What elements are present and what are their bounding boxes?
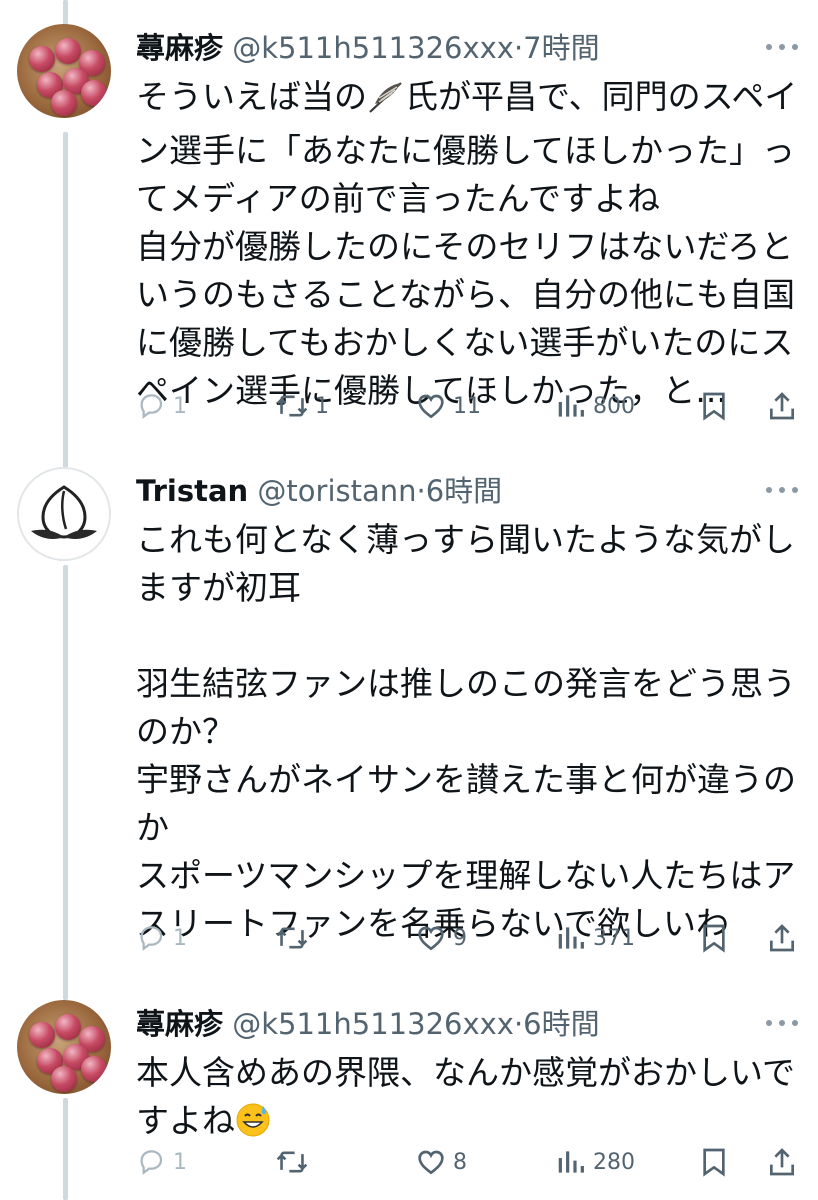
feather-emoji-icon [367,79,405,127]
bookmark-button[interactable] [699,1142,729,1182]
author-name[interactable]: 蕁麻疹 [136,31,223,65]
separator-dot: · [416,474,426,508]
repost-count: 1 [315,393,329,419]
like-button[interactable]: 11 [415,386,481,426]
timestamp[interactable]: 7時間 [523,31,599,65]
views-chart-icon [558,395,584,417]
like-button[interactable]: 8 [415,1142,467,1182]
author-handle[interactable]: @toristann [257,474,416,508]
views-chart-icon [558,1151,584,1173]
peach-logo-icon [31,485,97,539]
reply-button[interactable]: 1 [135,918,187,958]
repost-icon [276,927,308,949]
tweet[interactable]: 蕁麻疹 @k511h511326xxx·6時間 本人含めあの界隈、なんか感覚がお… [0,1000,818,1200]
views-button[interactable]: 800 [555,386,635,426]
separator-dot: · [513,31,524,65]
share-icon [770,1148,794,1176]
view-count: 280 [593,1149,635,1175]
repost-button[interactable]: 1 [275,386,329,426]
repost-icon [276,1151,308,1173]
share-button[interactable] [767,918,797,958]
like-button[interactable]: 9 [415,918,467,958]
bookmark-icon [703,392,725,421]
more-options-icon[interactable] [764,1004,800,1034]
avatar[interactable] [17,24,111,118]
tweet-actions: 1 8 280 [133,1142,803,1182]
tweet-text-part: そういえば当の [136,77,367,116]
more-options-icon[interactable] [764,471,800,501]
tweet-actions: 1 9 371 [133,918,803,958]
tweet[interactable]: 蕁麻疹 @k511h511326xxx·7時間 そういえば当の 氏が平昌で、同門… [0,24,818,444]
repost-button[interactable] [275,1142,315,1182]
more-options-icon[interactable] [764,28,800,58]
heart-icon [418,926,444,951]
reply-icon [140,1150,163,1175]
like-count: 11 [453,393,481,419]
thread-connector-line [63,0,68,25]
share-button[interactable] [767,386,797,426]
reply-button[interactable]: 1 [135,1142,187,1182]
tweet-text: 本人含めあの界隈、なんか感覚がおかしいですよね [136,1049,801,1151]
tweet-text-part: 氏が平昌で、同門のスペイン選手に「あなたに優勝してほしかった」ってメディアの前で… [136,77,798,410]
repost-button[interactable] [275,918,315,958]
author-handle[interactable]: @k511h511326xxx [232,1007,514,1041]
share-icon [770,392,794,420]
timestamp[interactable]: 6時間 [426,474,502,508]
heart-icon [418,394,444,419]
avatar[interactable] [17,467,111,561]
tweet[interactable]: Tristan @toristann·6時間 これも何となく薄っすら聞いたような… [0,467,818,987]
tweet-text: これも何となく薄っすら聞いたような気がしますが初耳 羽生結弦ファンは推しのこの発… [136,520,796,943]
author-handle[interactable]: @k511h511326xxx [232,31,514,65]
view-count: 371 [593,925,635,951]
author-name[interactable]: Tristan [136,474,248,508]
view-count: 800 [593,393,635,419]
tweet-actions: 1 1 11 800 [133,386,803,426]
views-chart-icon [558,927,584,949]
bookmark-icon [703,924,725,953]
tweet-text: そういえば当の 氏が平昌で、同門のスペイン選手に「あなたに優勝してほしかった」っ… [136,73,801,415]
tweet-header: Tristan @toristann·6時間 [136,469,788,513]
share-icon [770,924,794,952]
tweet-header: 蕁麻疹 @k511h511326xxx·7時間 [136,26,788,70]
like-count: 8 [453,1149,467,1175]
tweet-header: 蕁麻疹 @k511h511326xxx·6時間 [136,1002,788,1046]
reply-icon [140,394,163,419]
reply-icon [140,926,163,951]
separator-dot: · [513,1007,524,1041]
reply-count: 1 [173,1149,187,1175]
repost-icon [276,395,308,417]
bookmark-icon [703,1148,725,1177]
reply-button[interactable]: 1 [135,386,187,426]
reply-count: 1 [173,925,187,951]
author-name[interactable]: 蕁麻疹 [136,1007,223,1041]
bookmark-button[interactable] [699,386,729,426]
reply-count: 1 [173,393,187,419]
share-button[interactable] [767,1142,797,1182]
heart-icon [418,1150,444,1175]
views-button[interactable]: 371 [555,918,635,958]
timestamp[interactable]: 6時間 [523,1007,599,1041]
views-button[interactable]: 280 [555,1142,635,1182]
like-count: 9 [453,925,467,951]
bookmark-button[interactable] [699,918,729,958]
avatar[interactable] [17,1000,111,1094]
